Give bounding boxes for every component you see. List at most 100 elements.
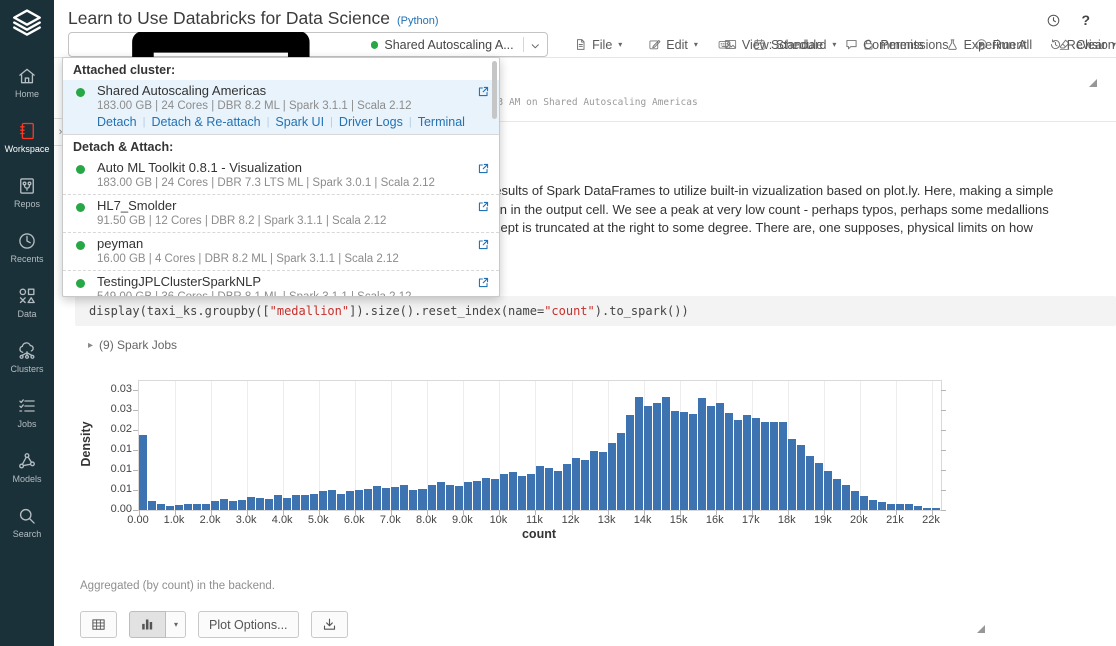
x-axis-tick (427, 510, 428, 515)
history-icon (1049, 38, 1062, 51)
toolbar-comments-label: Comments (863, 38, 923, 52)
cluster-dropdown-body: Attached cluster:Shared Autoscaling Amer… (63, 58, 499, 297)
x-axis-tick (932, 510, 933, 515)
gridline (319, 381, 320, 510)
x-axis-tick (716, 510, 717, 515)
histogram-bar (896, 504, 904, 510)
sidebar-item-data[interactable]: Data (0, 275, 54, 330)
external-link-icon[interactable] (477, 200, 490, 213)
cluster-item-hl7-smolder[interactable]: HL7_Smolder91.50 GB | 12 Cores | DBR 8.2… (63, 194, 499, 232)
collapse-triangle-icon: ▸ (88, 340, 93, 351)
toolbar-edit-button[interactable]: Edit▾ (648, 38, 698, 52)
external-link-icon[interactable] (477, 238, 490, 251)
y-axis-tick-label: 0.03 (94, 403, 132, 415)
search-icon (17, 506, 37, 526)
help-icon[interactable]: ? (1081, 12, 1090, 28)
histogram-bar (770, 422, 778, 510)
x-axis-tick (535, 510, 536, 515)
y-axis-tick (941, 410, 946, 411)
experiment-icon (946, 38, 959, 51)
x-axis-tick (283, 510, 284, 515)
toolbar-comments-button[interactable]: Comments (845, 38, 923, 52)
external-link-icon[interactable] (477, 162, 490, 175)
cluster-action-driver-logs[interactable]: Driver Logs (339, 115, 403, 130)
histogram-bar (229, 501, 237, 511)
sidebar-item-search[interactable]: Search (0, 495, 54, 550)
sidebar-item-recents[interactable]: Recents (0, 220, 54, 275)
sidebar-item-workspace[interactable]: Workspace (0, 110, 54, 165)
x-axis-tick-label: 1.0k (149, 514, 199, 526)
caret-down-icon: ▾ (174, 620, 178, 629)
external-link-icon[interactable] (477, 85, 490, 98)
toolbar-revision-history-button[interactable]: Revision history (1049, 38, 1116, 52)
cluster-item-auto-ml-toolkit-0-8-1-visualization[interactable]: Auto ML Toolkit 0.8.1 - Visualization183… (63, 157, 499, 194)
chart-view-button[interactable] (129, 611, 166, 638)
cluster-selector[interactable]: Shared Autoscaling A... (68, 32, 548, 57)
page-title[interactable]: Learn to Use Databricks for Data Science (68, 8, 390, 29)
cluster-action-terminal[interactable]: Terminal (418, 115, 465, 130)
databricks-logo-icon[interactable] (10, 7, 44, 41)
x-axis-tick-label: 0.00 (113, 514, 163, 526)
clock-icon[interactable] (1046, 13, 1061, 28)
table-view-button[interactable] (80, 611, 117, 638)
histogram-bar (563, 464, 571, 510)
toolbar-schedule-button[interactable]: Schedule (753, 38, 823, 52)
histogram-bar (698, 398, 706, 510)
histogram-bar (337, 494, 345, 510)
repos-icon (17, 176, 37, 196)
download-button[interactable] (311, 611, 348, 638)
x-axis-tick-label: 13k (582, 514, 632, 526)
cluster-name: peyman (97, 236, 471, 251)
plot-options-button[interactable]: Plot Options... (198, 611, 299, 638)
histogram-bar (761, 422, 769, 510)
histogram-bar (725, 413, 733, 510)
histogram-bar (175, 505, 183, 510)
histogram-bar (518, 476, 526, 510)
x-axis-tick-label: 17k (726, 514, 776, 526)
cluster-action-detach-re-attach[interactable]: Detach & Re-attach (151, 115, 260, 130)
histogram-bar (869, 500, 877, 510)
toolbar-keyboard-shortcuts-button[interactable] (718, 38, 731, 51)
cluster-item-shared-autoscaling-americas[interactable]: Shared Autoscaling Americas183.00 GB | 2… (63, 80, 499, 134)
language-badge[interactable]: (Python) (397, 15, 439, 27)
models-icon (17, 451, 37, 471)
sidebar-item-label: Recents (10, 254, 43, 264)
x-axis-tick (247, 510, 248, 515)
chart-type-dropdown-button[interactable]: ▾ (166, 611, 186, 638)
x-axis-tick-label: 5.0k (293, 514, 343, 526)
jobs-icon (17, 396, 37, 416)
y-axis-tick (941, 430, 946, 431)
gridline (355, 381, 356, 510)
cluster-item-testingjplclustersparknlp[interactable]: TestingJPLClusterSparkNLP549.00 GB | 36 … (63, 270, 499, 297)
table-icon (91, 617, 106, 632)
sidebar-item-repos[interactable]: Repos (0, 165, 54, 220)
sidebar-item-models[interactable]: Models (0, 440, 54, 495)
histogram-bar (788, 439, 796, 510)
sidebar-item-jobs[interactable]: Jobs (0, 385, 54, 440)
cell-resize-handle[interactable] (1089, 79, 1097, 87)
x-axis-tick-label: 22k (906, 514, 956, 526)
sidebar-item-home[interactable]: Home (0, 55, 54, 110)
y-axis-tick (133, 450, 138, 451)
cluster-action-spark-ui[interactable]: Spark UI (275, 115, 324, 130)
cluster-action-detach[interactable]: Detach (97, 115, 137, 130)
histogram-bar (157, 504, 165, 510)
histogram-bar (752, 418, 760, 510)
external-link-icon[interactable] (477, 276, 490, 289)
gridline (463, 381, 464, 510)
y-axis-tick (133, 510, 138, 511)
histogram-bar (418, 489, 426, 510)
x-axis-tick (608, 510, 609, 515)
toolbar-experiment-button[interactable]: Experiment (946, 38, 1027, 52)
dropdown-scrollbar[interactable] (492, 61, 497, 119)
gridline (752, 381, 753, 510)
toolbar-file-button[interactable]: File▾ (574, 38, 622, 52)
code-cell[interactable]: display(taxi_ks.groupby(["medallion"]).s… (75, 296, 1116, 326)
cell-resize-handle[interactable] (977, 625, 985, 633)
bar-chart-icon (140, 617, 155, 632)
sidebar-item-clusters[interactable]: Clusters (0, 330, 54, 385)
code-segment: ).to_spark()) (595, 304, 689, 318)
cluster-item-peyman[interactable]: peyman16.00 GB | 4 Cores | DBR 8.2 ML | … (63, 232, 499, 270)
y-axis-tick (941, 510, 946, 511)
spark-jobs-toggle[interactable]: ▸ (9) Spark Jobs (88, 338, 177, 352)
